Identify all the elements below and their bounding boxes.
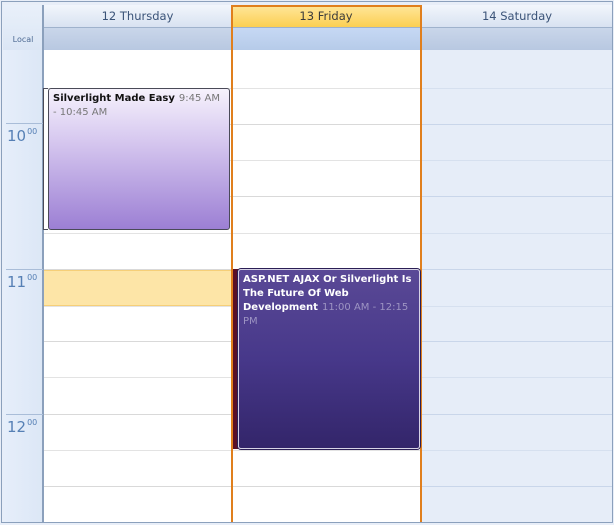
- appointment-aspnet-ajax-or-silverlight[interactable]: ASP.NET AJAX Or Silverlight Is The Futur…: [238, 269, 420, 449]
- hour-label-10: 1000: [7, 127, 38, 145]
- hour-divider: [6, 414, 43, 415]
- appointment-title: Silverlight Made Easy: [53, 93, 175, 104]
- hour-label-11: 1100: [7, 273, 38, 291]
- today-border-right: [420, 5, 422, 522]
- all-day-slot-friday[interactable]: [232, 28, 421, 50]
- appointment-silverlight-made-easy[interactable]: Silverlight Made Easy 9:45 AM - 10:45 AM: [48, 88, 230, 230]
- today-border-top: [231, 5, 421, 7]
- selected-time-slot[interactable]: [44, 270, 232, 306]
- day-column-saturday[interactable]: [422, 50, 612, 522]
- time-ruler: 1000 1100 1200: [3, 50, 43, 522]
- all-day-slot-saturday[interactable]: [421, 28, 613, 50]
- day-header-friday[interactable]: 13 Friday: [232, 5, 421, 28]
- hour-divider: [6, 269, 43, 270]
- scheduler: 12 Thursday 13 Friday 14 Saturday Local …: [0, 0, 614, 525]
- hour-divider: [6, 123, 43, 124]
- day-header-label: 14 Saturday: [481, 9, 553, 23]
- all-day-slot-thursday[interactable]: [44, 28, 232, 50]
- timezone-label: Local: [12, 35, 34, 44]
- day-header-saturday[interactable]: 14 Saturday: [421, 5, 613, 28]
- hour-label-12: 1200: [7, 418, 38, 436]
- column-divider: [43, 5, 44, 522]
- day-header-label: 13 Friday: [299, 9, 353, 23]
- day-header-label: 12 Thursday: [101, 9, 174, 23]
- day-header-thursday[interactable]: 12 Thursday: [44, 5, 232, 28]
